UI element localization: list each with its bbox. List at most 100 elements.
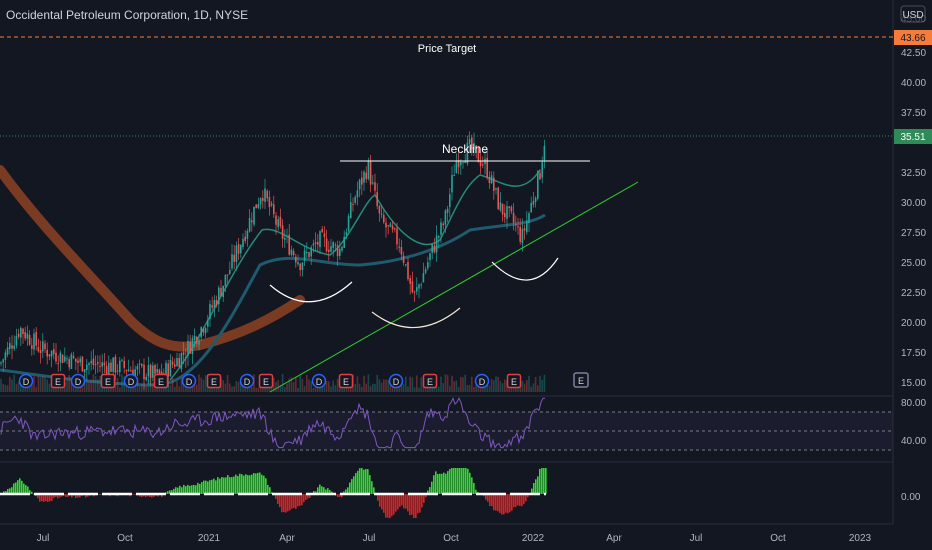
candle <box>253 206 255 227</box>
volume-bar <box>308 379 310 392</box>
svg-text:D: D <box>244 377 251 387</box>
svg-text:E: E <box>55 377 61 387</box>
svg-text:D: D <box>128 377 135 387</box>
macd-bar <box>267 484 269 494</box>
dividend-marker[interactable]: D <box>70 373 86 389</box>
macd-bar <box>297 494 299 507</box>
macd-bar <box>195 485 197 494</box>
volume-bar <box>464 374 466 392</box>
macd-bar <box>365 469 367 494</box>
price-target-label: Price Target <box>418 43 477 55</box>
earnings-marker[interactable]: E <box>153 373 169 389</box>
macd-bar <box>413 494 415 518</box>
earnings-marker[interactable]: E <box>258 373 274 389</box>
macd-bar <box>357 470 359 494</box>
macd-bar <box>229 477 231 494</box>
svg-text:E: E <box>578 376 584 386</box>
earnings-marker[interactable]: E <box>100 373 116 389</box>
volume-bar <box>275 382 277 392</box>
macd-bar <box>457 468 459 494</box>
volume-bar <box>354 384 356 392</box>
macd-bar <box>401 494 403 506</box>
volume-bar <box>438 386 440 392</box>
earnings-marker[interactable]: E <box>422 373 438 389</box>
macd-bar <box>501 494 503 515</box>
svg-text:D: D <box>23 377 30 387</box>
dividend-marker[interactable]: D <box>474 373 490 389</box>
macd-bar <box>409 494 411 516</box>
macd-bar <box>463 468 465 494</box>
dividend-marker[interactable]: D <box>181 373 197 389</box>
macd-bar <box>293 494 295 509</box>
dividend-marker[interactable]: D <box>123 373 139 389</box>
macd-bar <box>223 477 225 494</box>
macd-bar <box>355 473 357 494</box>
volume-bar <box>378 379 381 392</box>
volume-bar <box>4 384 7 392</box>
volume-bar <box>99 376 101 392</box>
svg-text:D: D <box>393 377 400 387</box>
volume-bar <box>237 381 240 392</box>
macd-bar <box>255 473 257 494</box>
svg-text:D: D <box>75 377 82 387</box>
macd-bar <box>215 480 217 494</box>
macd-bar <box>245 474 247 494</box>
earnings-marker[interactable]: E <box>506 373 522 389</box>
macd-bar <box>261 474 263 494</box>
macd-bar <box>523 494 525 505</box>
macd-bar <box>183 484 185 494</box>
dividend-marker[interactable]: D <box>311 373 327 389</box>
dividend-marker[interactable]: D <box>18 373 34 389</box>
time-tick: Jul <box>37 533 50 544</box>
macd-bar <box>541 468 543 494</box>
future-earnings-marker[interactable]: E <box>573 372 589 388</box>
volume-bar <box>499 381 502 392</box>
macd-bar <box>493 494 495 511</box>
volume-bar <box>334 385 337 392</box>
macd-bar <box>263 475 265 494</box>
macd-bar <box>213 478 215 494</box>
volume-bar <box>174 386 176 392</box>
volume-bar <box>306 374 308 392</box>
macd-bar <box>503 494 505 515</box>
macd-bar <box>521 494 523 507</box>
chart-area[interactable]: Occidental Petroleum Corporation, 1D, NY… <box>0 0 932 550</box>
dividend-marker[interactable]: D <box>388 373 404 389</box>
macd-bar <box>197 482 199 494</box>
macd-bar <box>217 477 219 494</box>
volume-bar <box>0 378 2 392</box>
price-tick: 15.00 <box>901 378 926 389</box>
volume-bar <box>446 375 449 392</box>
earnings-marker[interactable]: E <box>50 373 66 389</box>
volume-bar <box>178 386 180 392</box>
macd-bar <box>467 468 469 494</box>
macd-bar <box>337 494 339 498</box>
macd-bar <box>403 494 405 509</box>
volume-bar <box>497 376 499 392</box>
volume-bar <box>328 381 330 392</box>
macd-bar <box>235 474 237 494</box>
earnings-marker[interactable]: E <box>338 373 354 389</box>
macd-bar <box>445 473 447 494</box>
volume-bar <box>314 387 317 392</box>
volume-bar <box>504 379 506 392</box>
volume-bar <box>385 379 387 392</box>
volume-bar <box>196 384 198 392</box>
dividend-marker[interactable]: D <box>239 373 255 389</box>
macd-bar <box>431 481 433 494</box>
volume-bar <box>442 383 444 392</box>
symbol-title[interactable]: Occidental Petroleum Corporation, 1D, NY… <box>6 8 248 22</box>
volume-bar <box>226 374 229 392</box>
earnings-marker[interactable]: E <box>206 373 222 389</box>
macd-bar <box>545 468 547 494</box>
macd-bar <box>465 468 467 494</box>
macd-bar <box>349 482 351 494</box>
volume-bar <box>119 387 121 392</box>
volume-bar <box>460 376 462 392</box>
volume-bar <box>365 383 367 392</box>
volume-bar <box>121 374 123 392</box>
candle <box>347 213 350 232</box>
macd-bar <box>489 494 491 507</box>
macd-tick: 0.00 <box>901 492 921 503</box>
volume-bar <box>523 383 526 392</box>
